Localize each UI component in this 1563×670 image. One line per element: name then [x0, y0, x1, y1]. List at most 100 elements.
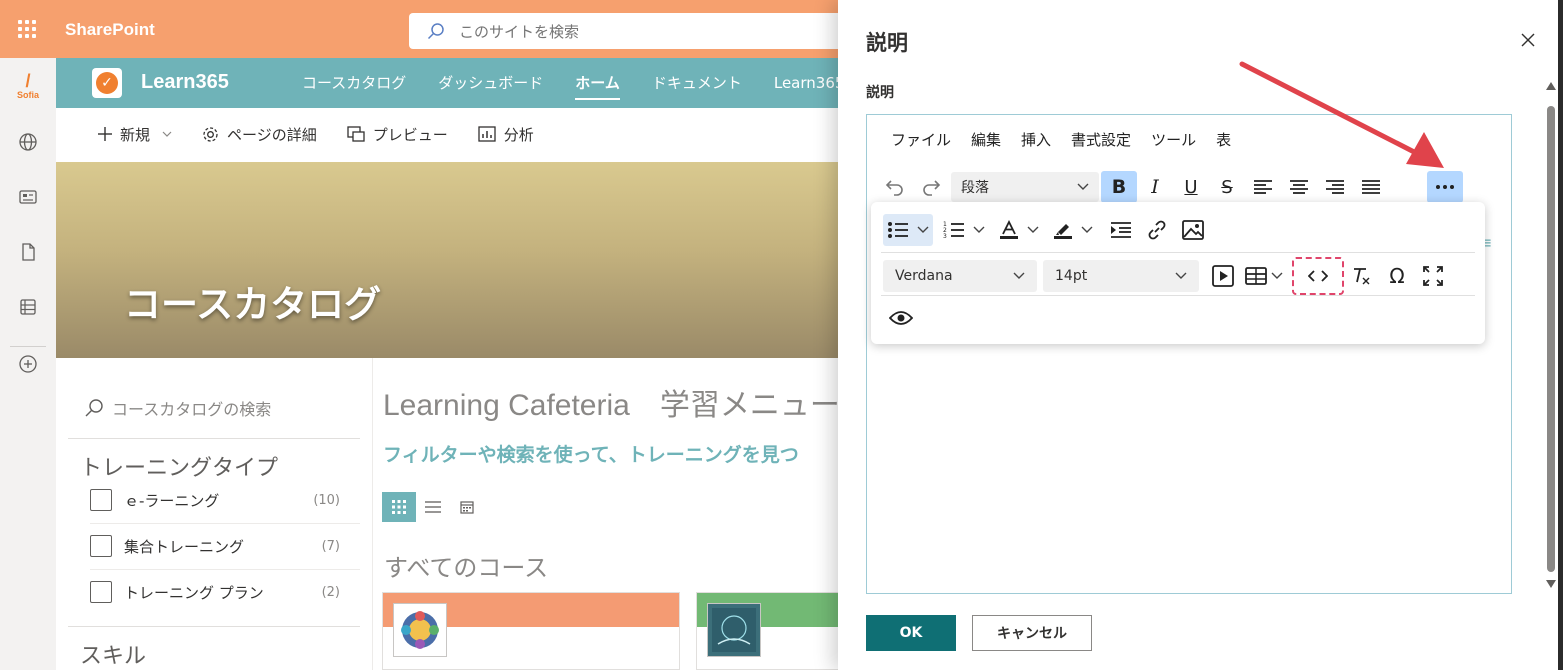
news-icon[interactable]: [16, 185, 40, 209]
grid-view-button[interactable]: [382, 492, 416, 522]
bold-button[interactable]: B: [1101, 171, 1137, 203]
redo-button[interactable]: [913, 171, 949, 203]
text-color-icon: [1000, 220, 1018, 239]
strikethrough-button[interactable]: S: [1209, 171, 1245, 203]
course-card[interactable]: [696, 592, 846, 670]
menu-edit[interactable]: 編集: [971, 129, 1001, 150]
special-character-button[interactable]: Ω: [1379, 260, 1415, 292]
chevron-down-icon: [1081, 226, 1093, 233]
more-tools-button[interactable]: [1427, 171, 1463, 203]
bold-icon: B: [1111, 176, 1127, 198]
menu-table[interactable]: 表: [1216, 129, 1231, 150]
nav-dashboard[interactable]: ダッシュボード: [422, 58, 559, 108]
italic-button[interactable]: I: [1137, 171, 1173, 203]
analytics-button[interactable]: 分析: [478, 124, 534, 145]
preview-button[interactable]: プレビュー: [347, 124, 448, 145]
new-button[interactable]: 新規: [98, 124, 172, 145]
menu-format[interactable]: 書式設定: [1071, 129, 1131, 150]
numbered-list-button[interactable]: 123: [939, 214, 989, 246]
nav-documents[interactable]: ドキュメント: [636, 58, 758, 108]
menu-insert[interactable]: 挿入: [1021, 129, 1051, 150]
paragraph-format-value: 段落: [961, 180, 989, 196]
site-logo[interactable]: ✓: [92, 68, 122, 98]
scroll-up-icon[interactable]: [1546, 82, 1556, 90]
font-family-select[interactable]: Verdana: [883, 260, 1037, 292]
preview-button[interactable]: [883, 302, 919, 334]
chevron-down-icon: [1271, 272, 1283, 279]
filter-training-plan[interactable]: トレーニング プラン (2): [90, 581, 340, 603]
calendar-view-button[interactable]: [450, 492, 484, 522]
checkbox[interactable]: [90, 581, 112, 603]
globe-icon[interactable]: [16, 130, 40, 154]
more-icon: [1436, 185, 1454, 189]
panel-scrollbar[interactable]: [1544, 80, 1558, 600]
text-color-button[interactable]: [995, 214, 1043, 246]
sharepoint-brand[interactable]: SharePoint: [65, 20, 155, 40]
divider: [68, 438, 360, 439]
align-left-button[interactable]: [1245, 171, 1281, 203]
align-right-button[interactable]: [1317, 171, 1353, 203]
checkbox[interactable]: [90, 489, 112, 511]
bullet-list-button[interactable]: [883, 214, 933, 246]
nav-course-catalog[interactable]: コースカタログ: [286, 58, 422, 108]
justify-icon: [1362, 180, 1380, 194]
menu-file[interactable]: ファイル: [891, 129, 951, 150]
table-button[interactable]: [1241, 260, 1287, 292]
list-icon[interactable]: [16, 295, 40, 319]
nav-home[interactable]: ホーム: [559, 58, 636, 108]
filter-classroom[interactable]: 集合トレーニング (7): [90, 535, 340, 557]
sofia-logo[interactable]: / Sofia: [14, 72, 42, 102]
list-view-button[interactable]: [416, 492, 450, 522]
insert-image-button[interactable]: [1175, 214, 1211, 246]
menu-tools[interactable]: ツール: [1151, 129, 1196, 150]
preview-label: プレビュー: [372, 125, 448, 144]
checkbox[interactable]: [90, 535, 112, 557]
ok-button[interactable]: OK: [866, 615, 956, 651]
indent-button[interactable]: [1103, 214, 1139, 246]
catalog-title: Learning Cafeteria 学習メニュー: [383, 389, 840, 422]
fullscreen-button[interactable]: [1415, 260, 1451, 292]
undo-button[interactable]: [877, 171, 913, 203]
window-edge: [1558, 0, 1563, 670]
catalog-search-input[interactable]: コースカタログの検索: [84, 396, 271, 420]
panel-title: 説明: [866, 31, 908, 55]
file-icon[interactable]: [16, 240, 40, 264]
site-header: ✓ Learn365 コースカタログ ダッシュボード ホーム ドキュメント Le…: [56, 58, 856, 108]
page-details-button[interactable]: ページの詳細: [202, 124, 317, 145]
scroll-down-icon[interactable]: [1546, 580, 1556, 588]
course-thumbnail: [707, 603, 761, 657]
cancel-button[interactable]: キャンセル: [972, 615, 1092, 651]
justify-button[interactable]: [1353, 171, 1389, 203]
course-card[interactable]: [382, 592, 680, 670]
hero-title: コースカタログ: [124, 283, 382, 326]
rich-text-editor[interactable]: ファイル 編集 挿入 書式設定 ツール 表 段落 B I U S ≡: [866, 114, 1512, 594]
code-icon: [1308, 270, 1328, 282]
app-launcher-icon[interactable]: [12, 14, 42, 44]
paragraph-format-select[interactable]: 段落: [951, 172, 1099, 202]
clear-formatting-button[interactable]: [1343, 260, 1379, 292]
font-size-select[interactable]: 14pt: [1043, 260, 1199, 292]
checkmark-icon: ✓: [96, 72, 118, 94]
underline-button[interactable]: U: [1173, 171, 1209, 203]
site-search-input[interactable]: このサイトを検索: [409, 13, 849, 49]
insert-media-button[interactable]: [1205, 260, 1241, 292]
filter-label: トレーニング プラン: [124, 583, 264, 602]
close-icon[interactable]: [1518, 30, 1538, 50]
align-center-button[interactable]: [1281, 171, 1317, 203]
align-left-icon: [1254, 180, 1272, 194]
highlight-color-button[interactable]: [1049, 214, 1097, 246]
add-icon[interactable]: [16, 352, 40, 376]
filter-e-learning[interactable]: ｅ-ラーニング (10): [90, 489, 340, 511]
editor-menubar: ファイル 編集 挿入 書式設定 ツール 表: [891, 129, 1231, 150]
chevron-down-icon: [1013, 272, 1025, 279]
analytics-label: 分析: [503, 125, 534, 144]
scrollbar-thumb[interactable]: [1547, 106, 1555, 572]
training-type-heading: トレーニングタイプ: [80, 456, 279, 481]
popup-divider: [881, 252, 1475, 253]
grid-icon: [392, 500, 406, 514]
source-code-button[interactable]: [1292, 257, 1344, 295]
column-divider: [372, 358, 373, 670]
all-courses-heading: すべてのコース: [384, 554, 549, 582]
insert-link-button[interactable]: [1139, 214, 1175, 246]
site-title[interactable]: Learn365: [141, 71, 229, 94]
